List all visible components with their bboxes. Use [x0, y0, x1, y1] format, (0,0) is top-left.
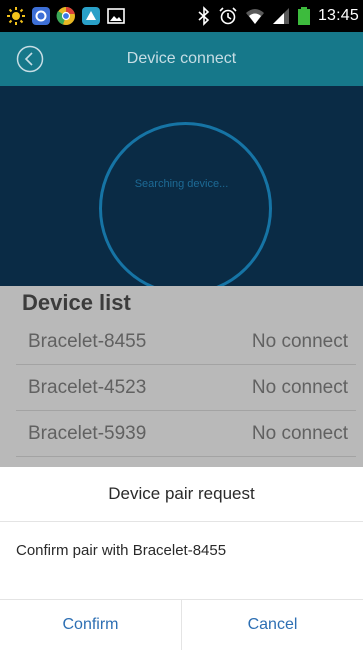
device-row[interactable]: Bracelet-5939 No connect: [16, 411, 356, 457]
dialog-message: Confirm pair with Bracelet-8455: [16, 542, 227, 559]
device-status: No connect: [251, 422, 348, 444]
device-name: Bracelet-8455: [28, 330, 147, 352]
back-button[interactable]: [16, 45, 44, 73]
scan-status-text: Searching device...: [134, 178, 229, 190]
pair-request-dialog: Device pair request Confirm pair with Br…: [0, 467, 363, 650]
device-status: No connect: [251, 376, 348, 398]
clock: 13:45: [317, 7, 359, 24]
alarm-icon: [218, 6, 238, 26]
scanner-panel: Searching device...: [0, 86, 363, 295]
signal-icon: [272, 6, 290, 26]
device-row[interactable]: Bracelet-4523 No connect: [16, 365, 356, 411]
device-row[interactable]: Bracelet-8455 No connect: [16, 319, 356, 365]
battery-icon: [297, 6, 311, 26]
image-icon: [106, 6, 126, 26]
scan-ring: [99, 122, 272, 295]
page-title: Device connect: [126, 50, 237, 67]
device-name: Bracelet-5939: [28, 422, 147, 444]
system-icons: 13:45: [197, 6, 359, 26]
device-list-heading: Device list: [22, 290, 131, 315]
dialog-title: Device pair request: [0, 467, 363, 522]
device-name: Bracelet-4523: [28, 376, 147, 398]
device-status: No connect: [251, 330, 348, 352]
wifi-icon: [245, 6, 265, 26]
confirm-button[interactable]: Confirm: [0, 600, 181, 650]
app-icon: [31, 6, 51, 26]
back-icon: [16, 45, 44, 77]
notification-icons: [6, 6, 126, 26]
cancel-button[interactable]: Cancel: [181, 600, 363, 650]
dialog-button-bar: Confirm Cancel: [0, 599, 363, 650]
bluetooth-icon: [197, 6, 211, 26]
app-header: Device connect: [0, 32, 363, 86]
status-bar: 13:45: [0, 0, 363, 32]
chrome-icon: [56, 6, 76, 26]
app-icon: [81, 6, 101, 26]
sun-icon: [6, 6, 26, 26]
